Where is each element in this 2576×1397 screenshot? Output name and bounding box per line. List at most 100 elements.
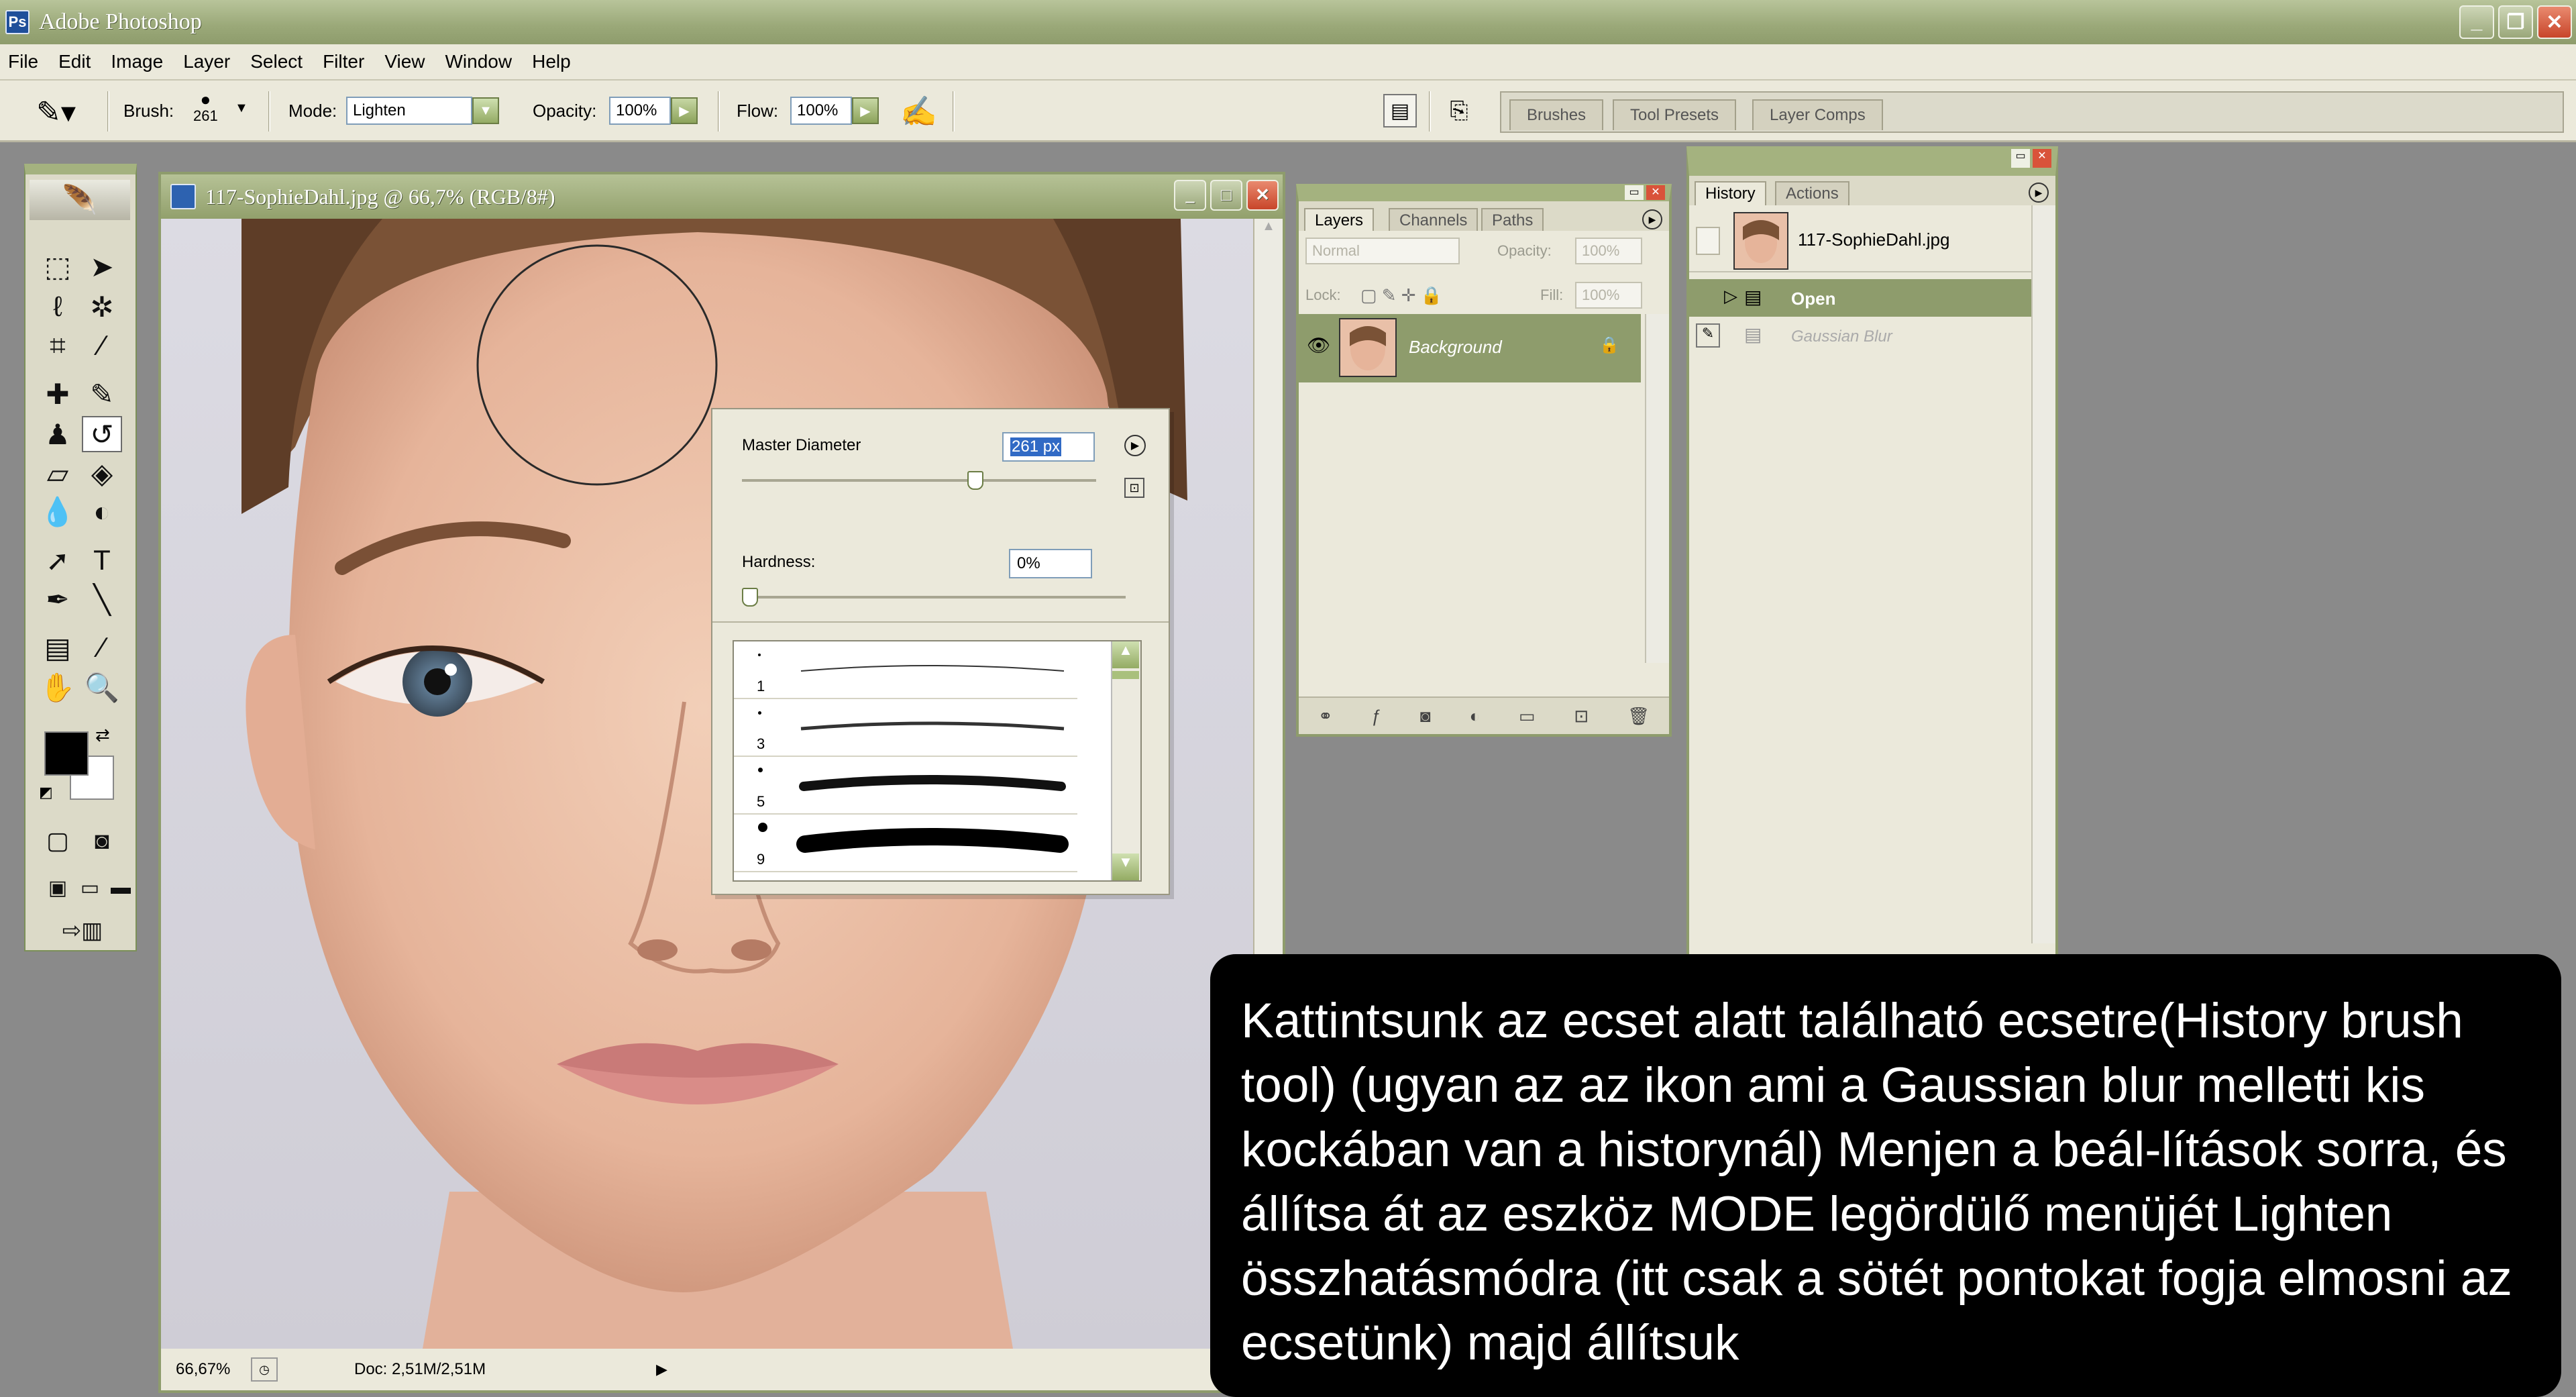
clone-stamp-tool-icon[interactable]: ♟ bbox=[38, 416, 78, 452]
brush-preset-item[interactable]: 5 bbox=[734, 757, 1077, 815]
history-state-open[interactable]: ▷ ▤ Open bbox=[1689, 279, 2031, 317]
scroll-up-icon[interactable]: ▲ bbox=[1112, 641, 1139, 668]
brush-options-menu-icon[interactable]: ▶ bbox=[1124, 435, 1146, 456]
hardness-slider-knob[interactable] bbox=[742, 588, 758, 607]
history-brush-tool-icon[interactable]: ↺ bbox=[82, 416, 122, 452]
history-brush-source-checkbox[interactable] bbox=[1696, 227, 1720, 255]
opacity-slider-arrow-icon[interactable]: ▶ bbox=[671, 97, 698, 124]
palette-minimize-icon[interactable]: ▭ bbox=[2011, 149, 2030, 168]
layer-style-icon[interactable]: ƒ bbox=[1372, 706, 1381, 727]
zoom-tool-icon[interactable]: 🔍 bbox=[82, 670, 122, 706]
flow-field[interactable]: 100% ▶ bbox=[790, 97, 879, 125]
history-scrollbar[interactable] bbox=[2031, 205, 2055, 943]
layers-menu-icon[interactable]: ▶ bbox=[1642, 209, 1662, 229]
brush-preset-list[interactable]: 1 3 5 9 ▲ ▼ bbox=[733, 640, 1142, 882]
doc-maximize-button[interactable]: □ bbox=[1210, 180, 1242, 211]
menu-help[interactable]: Help bbox=[532, 51, 571, 72]
menu-file[interactable]: File bbox=[8, 51, 38, 72]
tab-layers[interactable]: Layers bbox=[1304, 208, 1375, 232]
path-selection-tool-icon[interactable]: ➚ bbox=[38, 542, 78, 578]
airbrush-icon[interactable]: ✍ bbox=[900, 94, 937, 129]
link-layers-icon[interactable]: ⚭ bbox=[1318, 706, 1333, 727]
history-state-gaussian-blur[interactable]: ✎ ▤ Gaussian Blur bbox=[1689, 317, 2031, 354]
tab-history[interactable]: History bbox=[1695, 181, 1766, 205]
eraser-tool-icon[interactable]: ▱ bbox=[38, 455, 78, 491]
foreground-color-swatch[interactable] bbox=[44, 731, 89, 776]
quick-mask-mode-icon[interactable]: ◙ bbox=[82, 823, 122, 859]
new-brush-preset-icon[interactable]: ⊡ bbox=[1124, 478, 1144, 498]
history-brush-tool-preset-icon[interactable]: ✎▾ bbox=[36, 95, 76, 130]
restore-button[interactable]: ❐ bbox=[2498, 5, 2533, 39]
master-diameter-slider-track[interactable] bbox=[742, 479, 1096, 482]
new-layer-icon[interactable]: ⊡ bbox=[1574, 706, 1589, 727]
menu-window[interactable]: Window bbox=[445, 51, 513, 72]
history-snapshot-row[interactable]: 117-SophieDahl.jpg bbox=[1689, 208, 2031, 272]
palette-minimize-icon[interactable]: ▭ bbox=[1625, 185, 1644, 200]
brush-tool-icon[interactable]: ✎ bbox=[82, 376, 122, 412]
layer-visibility-eye-icon[interactable]: 👁 bbox=[1307, 334, 1331, 356]
history-brush-source-icon[interactable]: ✎ bbox=[1696, 323, 1720, 348]
notes-tool-icon[interactable]: ▤ bbox=[38, 629, 78, 666]
tab-tool-presets[interactable]: Tool Presets bbox=[1613, 99, 1737, 130]
delete-layer-icon[interactable]: 🗑 bbox=[1627, 706, 1650, 727]
palette-well-icon[interactable]: ⎘ bbox=[1441, 94, 1477, 127]
flow-slider-arrow-icon[interactable]: ▶ bbox=[852, 97, 879, 124]
screen-mode-full-icon[interactable]: ▬ bbox=[101, 870, 141, 906]
standard-mode-icon[interactable]: ▢ bbox=[38, 823, 78, 859]
tab-actions[interactable]: Actions bbox=[1775, 181, 1849, 205]
status-menu-arrow-icon[interactable]: ▶ bbox=[656, 1361, 667, 1378]
master-diameter-slider-knob[interactable] bbox=[967, 471, 984, 490]
hardness-input[interactable]: 0% bbox=[1009, 549, 1092, 578]
palette-close-icon[interactable]: ✕ bbox=[1646, 185, 1665, 200]
scroll-up-icon[interactable]: ▲ bbox=[1254, 219, 1283, 246]
history-menu-icon[interactable]: ▶ bbox=[2029, 183, 2049, 203]
menu-view[interactable]: View bbox=[384, 51, 425, 72]
move-tool-icon[interactable]: ➤ bbox=[82, 248, 122, 284]
brush-picker[interactable]: ● 261 bbox=[193, 91, 218, 125]
default-colors-icon[interactable]: ◩ bbox=[39, 784, 53, 801]
brush-dropdown-arrow-icon[interactable]: ▼ bbox=[235, 101, 248, 116]
blend-mode-select[interactable]: Normal bbox=[1305, 238, 1460, 264]
new-group-icon[interactable]: ▭ bbox=[1519, 706, 1536, 727]
hand-tool-icon[interactable]: ✋ bbox=[38, 670, 78, 706]
master-diameter-input[interactable]: 261 px bbox=[1002, 432, 1095, 462]
opacity-field[interactable]: 100% ▶ bbox=[609, 97, 698, 125]
blur-tool-icon[interactable]: 💧 bbox=[38, 494, 78, 530]
layer-row-background[interactable]: 👁 Background 🔒 bbox=[1299, 314, 1641, 382]
brush-preset-item[interactable]: 9 bbox=[734, 815, 1077, 872]
file-browser-icon[interactable]: ▤ bbox=[1383, 94, 1417, 127]
layer-mask-icon[interactable]: ◙ bbox=[1420, 706, 1431, 727]
doc-close-button[interactable]: ✕ bbox=[1246, 180, 1279, 211]
minimize-button[interactable]: _ bbox=[2459, 5, 2494, 39]
swap-colors-icon[interactable]: ⇄ bbox=[95, 725, 110, 745]
marquee-tool-icon[interactable]: ⬚ bbox=[38, 248, 78, 284]
pen-tool-icon[interactable]: ✒ bbox=[38, 581, 78, 617]
lock-icons[interactable]: ▢ ✎ ✛ 🔒 bbox=[1360, 282, 1442, 309]
doc-minimize-button[interactable]: _ bbox=[1174, 180, 1206, 211]
scroll-down-icon[interactable]: ▼ bbox=[1112, 853, 1139, 880]
status-icon[interactable]: ◷ bbox=[251, 1357, 278, 1382]
eyedropper-tool-icon[interactable]: ⁄ bbox=[82, 629, 122, 666]
tab-channels[interactable]: Channels bbox=[1389, 208, 1479, 232]
menu-filter[interactable]: Filter bbox=[323, 51, 364, 72]
mode-select[interactable]: Lighten ▼ bbox=[346, 97, 499, 125]
lasso-tool-icon[interactable]: ℓ bbox=[38, 289, 78, 325]
tab-brushes[interactable]: Brushes bbox=[1509, 99, 1604, 130]
palette-close-icon[interactable]: ✕ bbox=[2033, 149, 2051, 168]
layers-scrollbar[interactable] bbox=[1645, 314, 1669, 663]
menu-select[interactable]: Select bbox=[250, 51, 303, 72]
hardness-slider-track[interactable] bbox=[742, 596, 1126, 599]
zoom-level[interactable]: 66,67% bbox=[176, 1360, 243, 1379]
menu-edit[interactable]: Edit bbox=[58, 51, 91, 72]
dodge-tool-icon[interactable]: ◐ bbox=[82, 494, 122, 530]
brush-list-scrollbar[interactable]: ▲ ▼ bbox=[1111, 641, 1140, 880]
type-tool-icon[interactable]: T bbox=[82, 542, 122, 578]
brush-preset-item[interactable]: 3 bbox=[734, 699, 1077, 757]
healing-brush-tool-icon[interactable]: ✚ bbox=[38, 376, 78, 412]
adjustment-layer-icon[interactable]: ◐ bbox=[1469, 706, 1480, 727]
magic-wand-tool-icon[interactable]: ✲ bbox=[82, 289, 122, 325]
layer-fill-field[interactable]: 100% bbox=[1575, 282, 1642, 309]
brush-preset-item[interactable]: 1 bbox=[734, 641, 1077, 699]
close-button[interactable]: ✕ bbox=[2537, 5, 2572, 39]
menu-image[interactable]: Image bbox=[111, 51, 163, 72]
